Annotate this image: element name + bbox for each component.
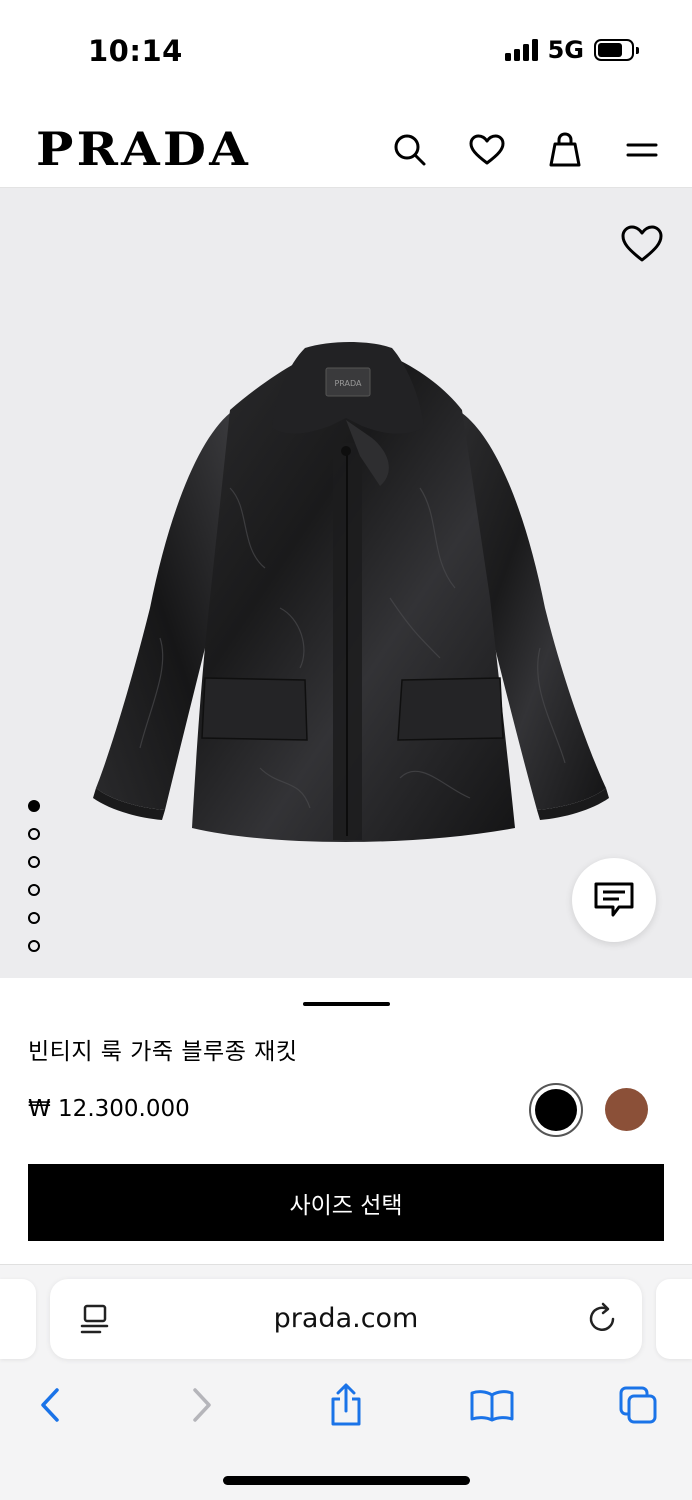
jacket-image: PRADA [93, 342, 609, 842]
share-icon[interactable] [322, 1381, 370, 1429]
sheet-handle[interactable] [303, 1002, 390, 1006]
url-text: prada.com [273, 1303, 419, 1334]
prada-logo[interactable]: PRADA [36, 126, 251, 172]
back-icon[interactable] [27, 1381, 75, 1429]
site-header: PRADA [0, 100, 692, 188]
gallery-dot[interactable] [28, 856, 40, 868]
gallery-dot[interactable] [28, 800, 40, 812]
network-label: 5G [547, 36, 584, 64]
select-size-button[interactable]: 사이즈 선택 [28, 1164, 664, 1241]
color-swatch-brown[interactable] [605, 1088, 648, 1131]
product-name: 빈티지 룩 가죽 블루종 재킷 [28, 1039, 298, 1065]
browser-toolbar: prada.com [0, 1264, 692, 1500]
chat-bubble-icon [594, 882, 634, 917]
gallery-dot[interactable] [28, 828, 40, 840]
gallery-pagination [28, 800, 40, 952]
gallery-dot[interactable] [28, 912, 40, 924]
wishlist-heart-icon[interactable] [467, 130, 507, 170]
previous-tab-peek[interactable] [0, 1279, 36, 1359]
battery-icon [594, 39, 639, 61]
reload-icon[interactable] [584, 1301, 620, 1337]
address-bar[interactable]: prada.com [50, 1279, 642, 1359]
bag-icon[interactable] [545, 130, 585, 170]
status-time: 10:14 [88, 34, 183, 68]
forward-icon[interactable] [177, 1381, 225, 1429]
image-wishlist-heart-icon[interactable] [620, 224, 664, 264]
signal-icon [504, 39, 538, 61]
status-indicators: 5G [504, 36, 639, 64]
gallery-dot[interactable] [28, 940, 40, 952]
product-price: ₩ 12.300.000 [28, 1096, 190, 1122]
color-swatch-fill [535, 1089, 577, 1131]
tabs-icon[interactable] [614, 1381, 662, 1429]
bookmarks-icon[interactable] [468, 1381, 516, 1429]
menu-icon[interactable] [622, 130, 662, 170]
svg-text:PRADA: PRADA [334, 379, 362, 388]
gallery-dot[interactable] [28, 884, 40, 896]
color-swatch-black[interactable] [529, 1083, 583, 1137]
search-icon[interactable] [390, 130, 430, 170]
status-bar: 10:14 5G [0, 0, 692, 100]
home-indicator [223, 1476, 470, 1485]
next-tab-peek[interactable] [656, 1279, 692, 1359]
chat-button[interactable] [572, 858, 656, 942]
product-image-gallery[interactable]: PRADA [0, 188, 692, 978]
